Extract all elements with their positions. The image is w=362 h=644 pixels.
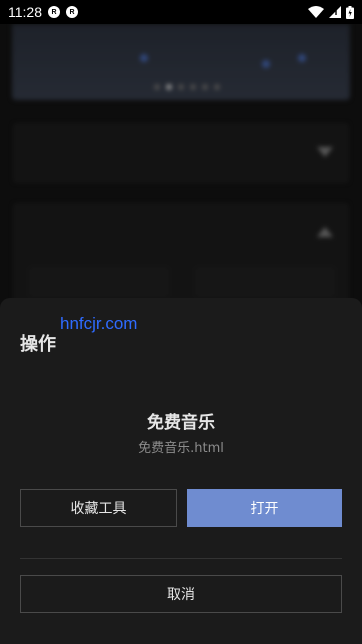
signal-icon	[329, 6, 341, 18]
app-name: 免费音乐	[147, 413, 215, 433]
battery-icon	[346, 5, 354, 19]
app-file-name: 免费音乐.html	[138, 441, 224, 456]
status-time: 11:28	[8, 4, 42, 20]
favorite-tool-button[interactable]: 收藏工具	[20, 489, 177, 527]
notification-badge-text: R	[69, 8, 75, 16]
cancel-button[interactable]: 取消	[20, 575, 342, 613]
status-icons	[308, 5, 354, 19]
notification-icon: R	[66, 6, 78, 18]
divider	[20, 558, 342, 559]
open-button[interactable]: 打开	[187, 489, 342, 527]
wifi-icon	[308, 6, 324, 18]
watermark: hnfcjr.com	[60, 314, 138, 333]
status-bar: 11:28 R R	[0, 0, 362, 24]
action-sheet: 操作 免费音乐 免费音乐.html 收藏工具 打开 取消	[0, 298, 362, 644]
screen: 11:28 R R hnfcjr.com 操作 免费音乐 免费音乐.html 收…	[0, 0, 362, 644]
notification-badge-text: R	[51, 8, 57, 16]
notification-icon: R	[48, 6, 60, 18]
sheet-title: 操作	[20, 334, 56, 355]
